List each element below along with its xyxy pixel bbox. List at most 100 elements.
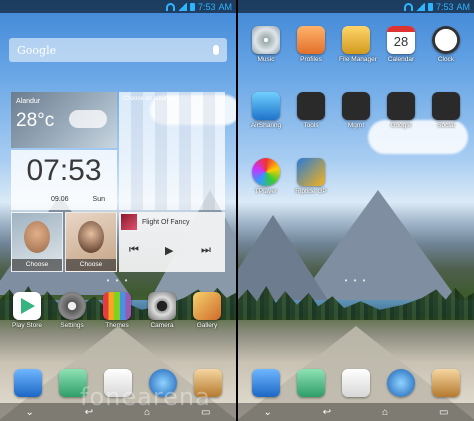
app-label: TPlayer: [254, 188, 278, 195]
tplayer-app[interactable]: TPlayer: [249, 158, 283, 195]
themes-app[interactable]: Themes: [100, 292, 134, 329]
status-time: 7:53: [197, 1, 216, 12]
album-widget[interactable]: Choose an album: [119, 92, 225, 210]
app-label: Clock: [437, 56, 455, 63]
folder-icon: [342, 26, 370, 54]
status-time-suffix: AM: [218, 1, 233, 12]
mgmt-folder[interactable]: Mgmt: [339, 92, 373, 129]
contact-photo-widget[interactable]: Choose: [11, 212, 63, 272]
app-label: Mgmt: [347, 122, 365, 129]
calendar-app[interactable]: 28 Calendar: [384, 26, 418, 63]
album-art: [121, 214, 137, 230]
contacts-icon[interactable]: [432, 369, 460, 397]
menu-icon[interactable]: ⌄: [25, 407, 33, 418]
folder-icon: [432, 92, 460, 120]
play-store-icon: [13, 292, 41, 320]
clock-date: 09.06: [51, 196, 69, 203]
weather-temp: 28°c: [16, 110, 55, 131]
page-indicator: • • •: [106, 276, 130, 285]
next-icon[interactable]: ⏭: [201, 244, 211, 257]
tplayer-icon: [252, 158, 280, 186]
gallery-app[interactable]: Gallery: [190, 292, 224, 329]
app-label: Social: [437, 122, 455, 129]
profiles-app[interactable]: Profiles: [294, 26, 328, 63]
wifi-icon: [165, 2, 175, 11]
weather-city: Alandur: [16, 98, 41, 105]
riptide-gp-app[interactable]: Riptide GP: [294, 158, 328, 195]
email-icon[interactable]: [342, 369, 370, 397]
app-label: Profiles: [300, 56, 322, 63]
signal-icon: [177, 2, 187, 11]
signal-icon: [415, 2, 425, 11]
page-indicator: • • •: [344, 276, 368, 285]
app-label: Camera: [150, 322, 174, 329]
weather-widget[interactable]: Alandur 28°c: [11, 92, 117, 148]
clock-app[interactable]: Clock: [429, 26, 463, 63]
app-label: Play Store: [12, 322, 42, 329]
file-manager-app[interactable]: File Manager: [339, 26, 377, 63]
status-time-suffix: AM: [456, 1, 471, 12]
battery-icon: [189, 2, 195, 11]
google-search-bar[interactable]: Google: [9, 38, 227, 62]
status-bar: 7:53 AM: [0, 0, 236, 13]
clock-widget[interactable]: 07:53 09.06 Sun: [11, 150, 117, 210]
app-label: Tools: [303, 122, 319, 129]
google-logo: Google: [17, 43, 57, 57]
app-label: File Manager: [339, 56, 377, 63]
gallery-icon: [193, 292, 221, 320]
social-folder[interactable]: Social: [429, 92, 463, 129]
riptide-gp-icon: [297, 158, 325, 186]
contact-photo-widget[interactable]: Choose: [65, 212, 117, 272]
music-icon: [252, 26, 280, 54]
app-label: Riptide GP: [295, 188, 327, 195]
back-icon[interactable]: ↩: [323, 407, 331, 418]
music-app[interactable]: Music: [249, 26, 283, 63]
wifi-icon: [403, 2, 413, 11]
messaging-icon[interactable]: [297, 369, 325, 397]
gear-icon: [58, 292, 86, 320]
app-label: Google: [390, 122, 412, 129]
play-icon[interactable]: ▶: [165, 244, 173, 257]
status-time: 7:53: [435, 1, 454, 12]
battery-icon: [427, 2, 433, 11]
app-label: Settings: [60, 322, 84, 329]
settings-app[interactable]: Settings: [55, 292, 89, 329]
watermark: fonearena: [80, 383, 211, 411]
song-title: Flight Of Fancy: [142, 219, 190, 226]
phone-icon[interactable]: [252, 369, 280, 397]
previous-icon[interactable]: ⏮: [129, 244, 139, 257]
app-label: Music: [257, 56, 275, 63]
recent-apps-icon[interactable]: ▭: [439, 407, 448, 418]
google-folder[interactable]: Google: [384, 92, 418, 129]
clock-time: 07:53: [26, 154, 102, 187]
menu-icon[interactable]: ⌄: [263, 407, 271, 418]
calendar-day: 28: [393, 34, 409, 49]
home-screen-left: 7:53 AM Google Alandur 28°c 07:53 09.06 …: [0, 0, 236, 421]
home-icon[interactable]: ⌂: [382, 407, 388, 418]
mountain: [238, 215, 328, 300]
folder-icon: [342, 92, 370, 120]
phone-icon[interactable]: [14, 369, 42, 397]
play-store-app[interactable]: Play Store: [10, 292, 44, 329]
airsharing-app[interactable]: AirSharing: [249, 92, 283, 129]
profiles-icon: [297, 26, 325, 54]
app-label: Calendar: [387, 56, 415, 63]
folder-icon: [387, 92, 415, 120]
photo-caption: Choose: [66, 259, 116, 271]
calendar-icon: 28: [387, 26, 415, 54]
navigation-bar: ⌄ ↩ ⌂ ▭: [238, 403, 474, 421]
airsharing-icon: [252, 92, 280, 120]
music-widget[interactable]: Flight Of Fancy ⏮ ▶ ⏭: [119, 212, 225, 272]
album-label: Choose an album: [123, 96, 171, 102]
status-bar: 7:53 AM: [238, 0, 474, 13]
browser-icon[interactable]: [387, 369, 415, 397]
contact-photo: [24, 221, 50, 253]
screenshot-comparison: 7:53 AM Google Alandur 28°c 07:53 09.06 …: [0, 0, 474, 421]
mic-icon[interactable]: [213, 45, 219, 55]
photo-caption: Choose: [12, 259, 62, 271]
clock-icon: [432, 26, 460, 54]
cloud-weather-icon: [69, 110, 107, 128]
camera-icon: [148, 292, 176, 320]
camera-app[interactable]: Camera: [145, 292, 179, 329]
tools-folder[interactable]: Tools: [294, 92, 328, 129]
